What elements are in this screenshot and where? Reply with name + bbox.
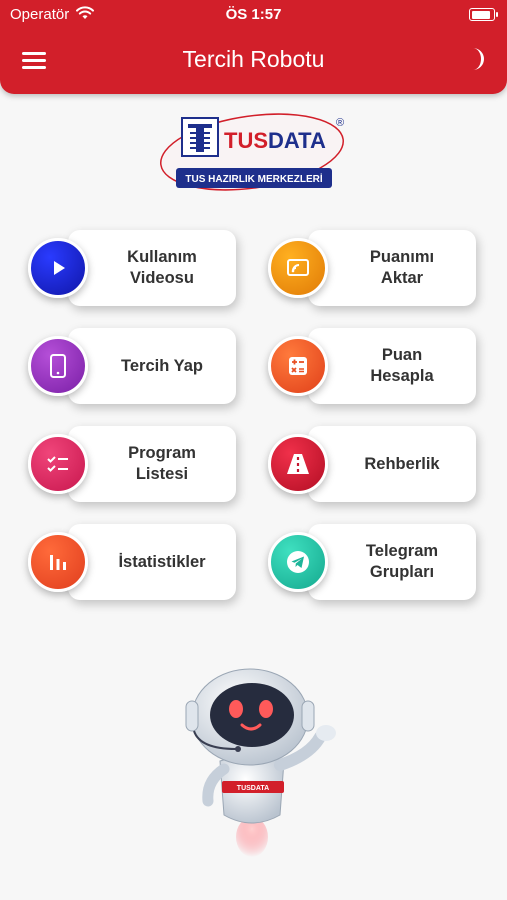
status-time: ÖS 1:57 (225, 6, 282, 23)
tusdata-logo: TUSDATA ® TUS HAZIRLIK MERKEZLERİ (160, 112, 350, 200)
menu-card-puan-hesapla[interactable]: Puan Hesapla (268, 328, 488, 404)
app-header: Operatör ÖS 1:57 Tercih Robotu (0, 0, 507, 94)
menu-card-panel[interactable]: Telegram Grupları (308, 524, 476, 600)
robot-mascot-icon: TUSDATA (180, 665, 345, 865)
menu-card-panel[interactable]: Puan Hesapla (308, 328, 476, 404)
menu-card-label: Kullanım Videosu (127, 248, 197, 287)
menu-card-label: Puan Hesapla (370, 346, 434, 385)
svg-text:®: ® (336, 117, 344, 129)
menu-card-label: İstatistikler (118, 552, 206, 571)
menu-card-label: Tercih Yap (121, 356, 203, 375)
bar-chart-icon[interactable] (28, 532, 88, 592)
page-title: Tercih Robotu (182, 46, 325, 72)
telegram-icon[interactable] (268, 532, 328, 592)
menu-card-panel[interactable]: Kullanım Videosu (68, 230, 236, 306)
menu-card-label: Telegram Grupları (365, 542, 439, 581)
menu-card-program-listesi[interactable]: Program Listesi (28, 426, 248, 502)
menu-card-kullanim-videosu[interactable]: Kullanım Videosu (28, 230, 248, 306)
menu-card-panel[interactable]: Program Listesi (68, 426, 236, 502)
calculator-icon[interactable] (268, 336, 328, 396)
road-icon[interactable] (268, 434, 328, 494)
menu-card-panel[interactable]: İstatistikler (68, 524, 236, 600)
robot-chest-text: TUSDATA (237, 785, 269, 792)
battery-icon (469, 8, 498, 21)
menu-card-puanimi-aktar[interactable]: Puanımı Aktar (268, 230, 488, 306)
menu-card-telegram-gruplari[interactable]: Telegram Grupları (268, 524, 488, 600)
logo-tagline: TUS HAZIRLIK MERKEZLERİ (185, 172, 322, 185)
menu-card-tercih-yap[interactable]: Tercih Yap (28, 328, 248, 404)
transfer-icon[interactable] (268, 238, 328, 298)
phone-icon[interactable] (28, 336, 88, 396)
logo-brand-text: TUSDATA (224, 128, 326, 153)
status-bar: Operatör ÖS 1:57 (0, 6, 507, 26)
menu-card-rehberlik[interactable]: Rehberlik (268, 426, 488, 502)
menu-card-panel[interactable]: Rehberlik (308, 426, 476, 502)
menu-card-istatistikler[interactable]: İstatistikler (28, 524, 248, 600)
menu-card-panel[interactable]: Tercih Yap (68, 328, 236, 404)
checklist-icon[interactable] (28, 434, 88, 494)
play-icon[interactable] (28, 238, 88, 298)
menu-card-label: Program Listesi (128, 444, 196, 483)
moon-icon[interactable] (463, 46, 489, 72)
menu-card-label: Rehberlik (364, 454, 440, 473)
menu-card-label: Puanımı Aktar (369, 248, 435, 287)
menu-card-panel[interactable]: Puanımı Aktar (308, 230, 476, 306)
